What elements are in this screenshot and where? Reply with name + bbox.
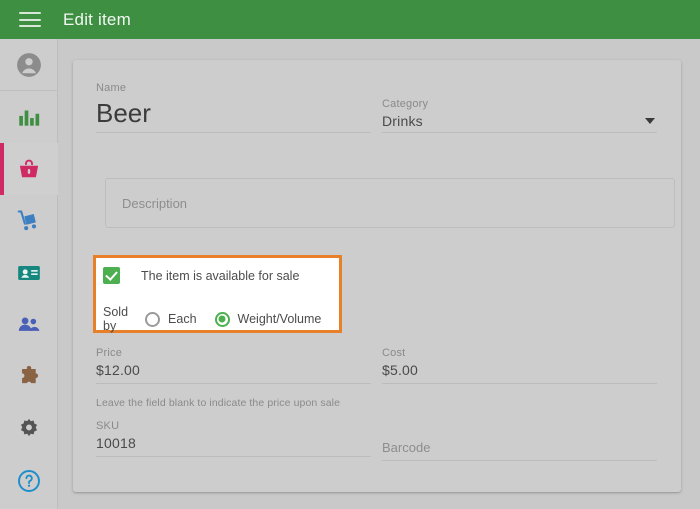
price-helper-text: Leave the field blank to indicate the pr… [96,397,340,409]
sidebar-item-inventory[interactable] [0,195,58,247]
bar-chart-icon [16,104,42,130]
edit-item-card: Name Beer Category Drinks Description Th… [73,60,681,492]
available-for-sale-label: The item is available for sale [141,269,299,283]
description-textarea[interactable]: Description [105,178,675,228]
price-input[interactable]: $12.00 [96,362,371,378]
name-field[interactable]: Name Beer [96,82,371,133]
barcode-underline [382,460,657,461]
gear-icon [16,416,42,442]
sidebar-item-help[interactable] [0,455,58,507]
cost-field[interactable]: Cost $5.00 [382,347,657,384]
sold-by-option-weight-volume-label: Weight/Volume [238,312,322,326]
radio-unchecked-icon [145,312,160,327]
price-field[interactable]: Price $12.00 [96,347,371,384]
sidebar-item-reports[interactable] [0,91,58,143]
sku-label: SKU [96,420,371,432]
sold-by-option-each-label: Each [168,312,197,326]
cost-input[interactable]: $5.00 [382,362,657,378]
sku-underline [96,456,371,457]
sold-by-row: Sold by Each Weight/Volume [103,305,339,333]
shopping-basket-icon [16,156,42,182]
price-label: Price [96,347,371,359]
price-underline [96,383,371,384]
category-value[interactable]: Drinks [382,113,423,129]
barcode-field[interactable]: Barcode [382,440,657,461]
sku-input[interactable]: 10018 [96,435,371,451]
available-for-sale-checkbox[interactable] [103,267,120,284]
name-input[interactable]: Beer [96,98,371,128]
hand-truck-icon [16,208,42,234]
chevron-down-icon[interactable] [645,118,655,124]
sidebar-item-integrations[interactable] [0,351,58,403]
people-group-icon [16,312,42,338]
category-underline [382,132,657,133]
sold-by-option-each[interactable]: Each [145,312,197,327]
hamburger-menu-icon[interactable] [19,12,41,27]
app-window: Edit item [0,0,700,509]
sidebar-nav [0,39,58,509]
sidebar-item-customers[interactable] [0,299,58,351]
category-field[interactable]: Category Drinks [382,98,657,133]
sale-options-highlight: The item is available for sale Sold by E… [93,255,342,333]
app-header: Edit item [0,0,700,39]
radio-checked-icon [215,312,230,327]
sidebar-item-items[interactable] [0,143,58,195]
cost-label: Cost [382,347,657,359]
name-label: Name [96,82,371,94]
sold-by-option-weight-volume[interactable]: Weight/Volume [215,312,322,327]
description-placeholder: Description [122,196,187,211]
name-underline [96,132,371,133]
page-title: Edit item [63,10,131,30]
sku-field[interactable]: SKU 10018 [96,420,371,457]
account-circle-icon [16,52,42,78]
puzzle-piece-icon [16,364,42,390]
barcode-placeholder: Barcode [382,440,657,455]
sold-by-label: Sold by [103,305,128,333]
cost-underline [382,383,657,384]
id-card-icon [16,260,42,286]
sidebar-item-account[interactable] [0,39,58,91]
available-for-sale-row[interactable]: The item is available for sale [103,267,299,284]
help-circle-icon [16,468,42,494]
sidebar-item-employees[interactable] [0,247,58,299]
sidebar-item-settings[interactable] [0,403,58,455]
category-label: Category [382,98,657,110]
